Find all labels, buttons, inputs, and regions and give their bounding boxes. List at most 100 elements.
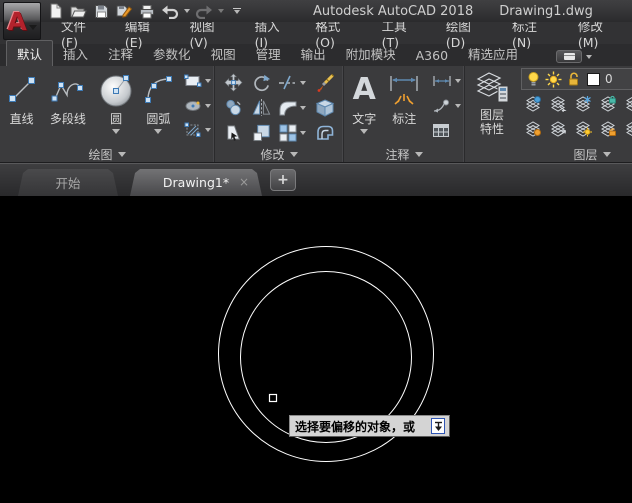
fillet-button[interactable] <box>278 98 306 117</box>
ribbon-tab-featured-apps[interactable]: 精选应用 <box>458 41 528 66</box>
stretch-button[interactable] <box>224 123 243 142</box>
explode-button[interactable] <box>315 98 335 118</box>
arc-button[interactable]: 圆弧 <box>137 68 180 146</box>
circle-label: 圆 <box>110 112 122 126</box>
table-icon <box>432 123 450 138</box>
ribbon-tab-view[interactable]: 视图 <box>201 41 246 66</box>
match-properties-button[interactable] <box>315 73 335 93</box>
rotate-button[interactable] <box>252 73 271 92</box>
undo-button[interactable] <box>161 2 179 20</box>
draw-panel-footer[interactable]: 绘图 <box>0 146 214 162</box>
layer-unisolate-icon[interactable] <box>550 95 567 112</box>
layer-unlock-tool-icon[interactable] <box>600 120 617 137</box>
copy-button[interactable] <box>224 98 243 117</box>
file-tab-start[interactable]: 开始 <box>18 169 118 196</box>
document-title: Drawing1.dwg <box>499 4 593 19</box>
close-tab-icon[interactable]: × <box>239 176 249 188</box>
line-button[interactable]: 直线 <box>3 68 40 146</box>
qat-more-caret-icon <box>234 10 240 14</box>
customize-qat-button[interactable] <box>233 8 241 14</box>
layer-unlock-icon <box>567 72 582 87</box>
table-button[interactable] <box>432 120 461 140</box>
offset-button[interactable] <box>315 123 335 142</box>
layers-panel-label: 图层 <box>573 146 597 163</box>
drawing-objects <box>0 196 632 503</box>
ellipse-button[interactable] <box>184 96 211 116</box>
mirror-button[interactable] <box>252 98 271 117</box>
annotation-panel-footer[interactable]: 注释 <box>344 146 464 162</box>
ribbon-tab-output[interactable]: 输出 <box>291 41 336 66</box>
linear-dimension-button[interactable] <box>432 71 461 91</box>
rectangle-button[interactable] <box>184 71 211 91</box>
ribbon-tab-a360[interactable]: A360 <box>406 45 458 66</box>
minimize-ribbon-button[interactable] <box>556 50 582 63</box>
hatch-button[interactable] <box>184 120 211 140</box>
arc-icon <box>142 74 174 106</box>
text-button[interactable]: A 文字 <box>348 68 380 146</box>
redo-dropdown-caret[interactable] <box>218 9 224 13</box>
file-tab-bar: 开始 Drawing1* × + <box>0 163 632 196</box>
fillet-icon <box>278 98 298 117</box>
undo-dropdown-caret[interactable] <box>184 9 190 13</box>
rotate-icon <box>252 73 271 92</box>
layer-freeze-icon[interactable] <box>575 95 592 112</box>
dimension-label: 标注 <box>392 112 416 126</box>
layer-delete-icon[interactable] <box>625 120 632 137</box>
move-button[interactable] <box>224 73 243 92</box>
ribbon-tab-annotate[interactable]: 注释 <box>98 41 143 66</box>
circle-icon <box>97 71 135 109</box>
layer-properties-label-1: 图层 <box>480 108 504 122</box>
ribbon-panel-icon <box>564 53 575 60</box>
ribbon-state-caret-icon[interactable] <box>586 55 592 59</box>
linear-dimension-caret <box>455 79 461 83</box>
ribbon-tab-addins[interactable]: 附加模块 <box>336 41 406 66</box>
dimension-icon <box>386 73 422 107</box>
trim-button[interactable] <box>278 73 306 92</box>
layer-change-icon[interactable] <box>625 95 632 112</box>
text-flyout-caret[interactable] <box>360 129 368 134</box>
save-button[interactable] <box>92 2 110 20</box>
quick-access-toolbar <box>46 2 241 20</box>
file-tab-drawing1[interactable]: Drawing1* × <box>130 169 262 196</box>
layer-color-swatch[interactable] <box>587 73 600 86</box>
layer-properties-button[interactable]: 图层 特性 <box>469 68 515 146</box>
ribbon-tab-home[interactable]: 默认 <box>6 40 53 66</box>
layers-panel-footer[interactable]: 图层 <box>501 146 632 162</box>
layer-dropdown[interactable]: 0 <box>521 68 632 90</box>
layer-off-icon[interactable] <box>525 120 542 137</box>
ribbon-tab-parametric[interactable]: 参数化 <box>143 41 201 66</box>
ribbon-tab-insert[interactable]: 插入 <box>53 41 98 66</box>
plot-button[interactable] <box>138 2 156 20</box>
stretch-icon <box>224 123 243 142</box>
save-icon <box>94 4 109 19</box>
layer-lock-icon[interactable] <box>600 95 617 112</box>
arc-flyout-caret[interactable] <box>154 129 162 134</box>
new-file-button[interactable] <box>46 2 64 20</box>
drawing-canvas[interactable]: 选择要偏移的对象，或 <box>0 196 632 503</box>
layer-controls: 0 <box>521 68 632 146</box>
array-button[interactable] <box>278 123 306 142</box>
scale-button[interactable] <box>252 123 271 142</box>
layer-thaw-icon[interactable] <box>575 120 592 137</box>
circle-button[interactable]: 圆 <box>95 68 136 146</box>
redo-button[interactable] <box>195 2 213 20</box>
layer-make-current-icon[interactable] <box>550 120 567 137</box>
layer-isolate-icon[interactable] <box>525 95 542 112</box>
leader-icon <box>432 99 452 113</box>
new-drawing-tab-button[interactable]: + <box>270 169 296 191</box>
open-file-button[interactable] <box>69 2 87 20</box>
dimension-button[interactable]: 标注 <box>384 68 424 146</box>
copy-icon <box>224 98 243 117</box>
polyline-label: 多段线 <box>50 112 86 126</box>
ribbon: 直线 多段线 圆 <box>0 66 632 163</box>
layer-properties-label-2: 特性 <box>480 122 504 136</box>
modify-panel-footer[interactable]: 修改 <box>215 146 343 162</box>
application-menu-button[interactable]: A <box>3 2 41 40</box>
leader-button[interactable] <box>432 96 461 116</box>
polyline-button[interactable]: 多段线 <box>40 68 95 146</box>
line-icon <box>7 75 37 105</box>
ribbon-tab-manage[interactable]: 管理 <box>246 41 291 66</box>
circle-flyout-caret[interactable] <box>112 129 120 134</box>
save-as-button[interactable] <box>115 2 133 20</box>
window-title: Autodesk AutoCAD 2018 Drawing1.dwg <box>313 0 593 22</box>
